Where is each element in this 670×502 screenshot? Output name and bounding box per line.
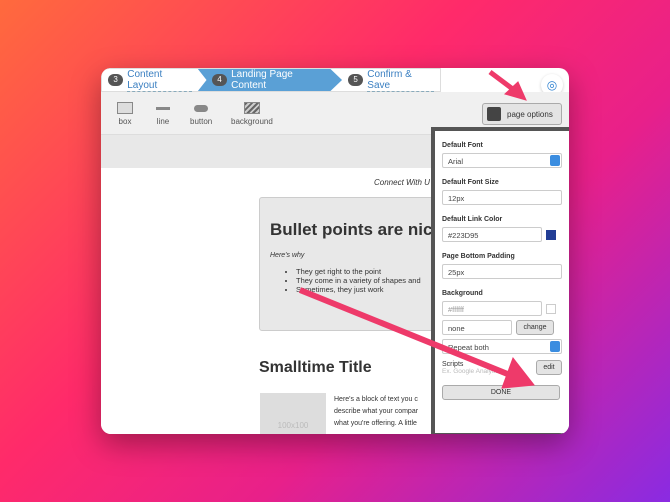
annotation-arrows bbox=[298, 70, 535, 389]
page-options-button[interactable]: page options bbox=[482, 103, 562, 125]
arrow-to-edit bbox=[298, 287, 512, 378]
arrow-to-page-options bbox=[488, 70, 516, 92]
page-options-label: page options bbox=[507, 109, 553, 119]
sliders-icon bbox=[487, 107, 501, 121]
